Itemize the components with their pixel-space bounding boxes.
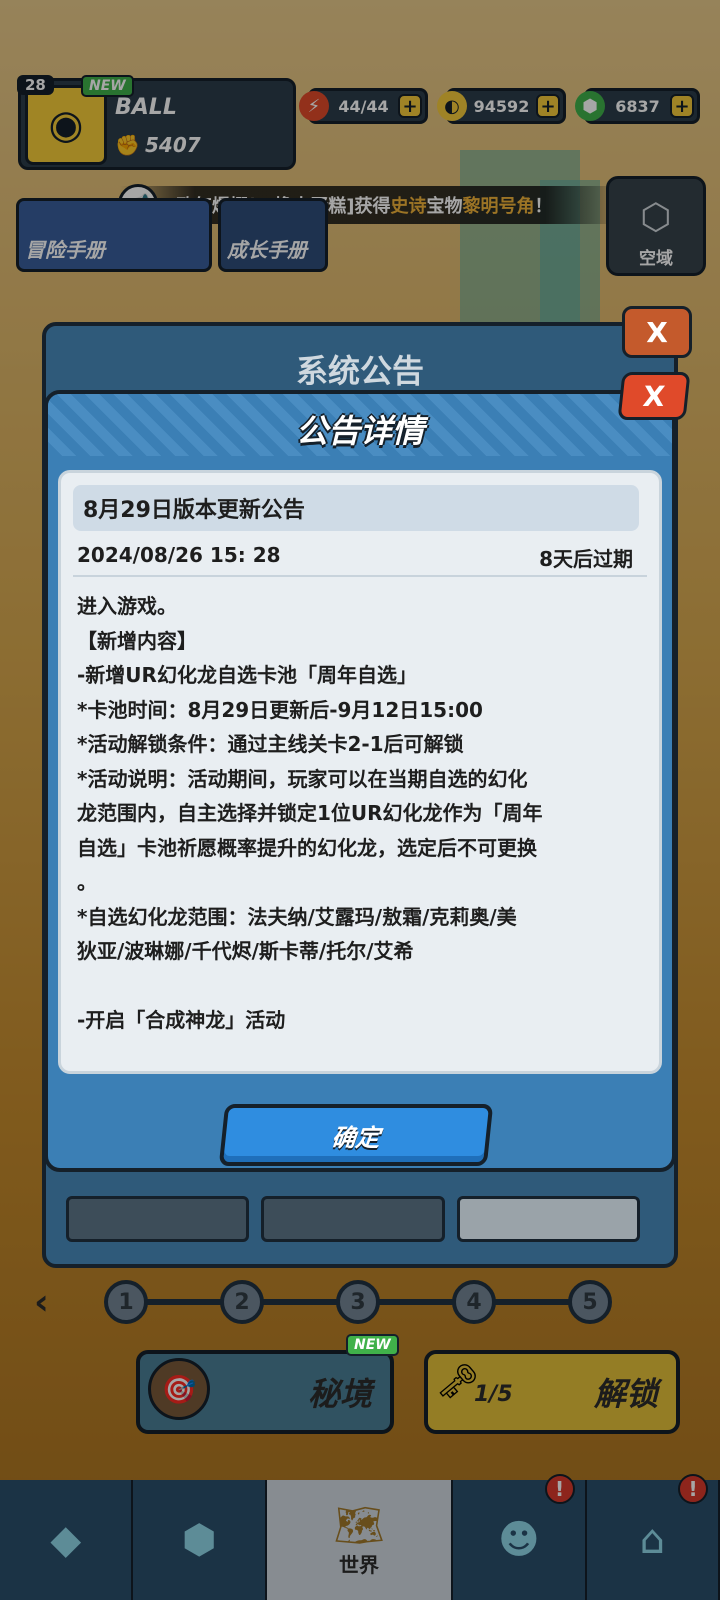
body-line: 龙范围内，自主选择并锁定1位UR幻化龙作为「周年 xyxy=(77,801,543,825)
announcement-date: 2024/08/26 15: 28 xyxy=(77,543,281,567)
body-line: 狄亚/波琳娜/千代烬/斯卡蒂/托尔/艾希 xyxy=(77,939,414,963)
announcement-card: 8月29日版本更新公告 2024/08/26 15: 28 8天后过期 进入游戏… xyxy=(58,470,662,1074)
body-line: -开启「合成神龙」活动 xyxy=(77,1008,286,1032)
body-line: *自选幻化龙范围：法夫纳/艾露玛/敖霜/克莉奥/美 xyxy=(77,904,517,929)
system-dialog-close-button[interactable]: X xyxy=(622,306,692,358)
body-line: 进入游戏。 xyxy=(77,594,177,618)
divider xyxy=(73,575,647,577)
system-dialog-tabs xyxy=(66,1196,640,1242)
body-line: *卡池时间：8月29日更新后-9月12日15:00 xyxy=(77,697,483,722)
announcement-expiry: 8天后过期 xyxy=(539,547,633,571)
announcement-title: 8月29日版本更新公告 xyxy=(73,485,639,531)
body-line: 【新增内容】 xyxy=(77,628,197,653)
page-4[interactable]: 4 xyxy=(452,1280,496,1324)
body-line: 自选」卡池祈愿概率提升的幻化龙，选定后不可更换 xyxy=(77,835,537,860)
body-line: -新增UR幻化龙自选卡池「周年自选」 xyxy=(77,663,417,687)
body-line: *活动解锁条件：通过主线关卡2-1后可解锁 xyxy=(77,732,464,756)
system-tab[interactable] xyxy=(456,1196,640,1242)
page-5[interactable]: 5 xyxy=(568,1280,612,1324)
confirm-button[interactable]: 确定 xyxy=(218,1104,494,1166)
system-dialog-title: 系统公告 xyxy=(295,352,424,390)
detail-close-button[interactable]: X xyxy=(617,372,691,420)
announcement-body: 进入游戏。 【新增内容】 -新增UR幻化龙自选卡池「周年自选」 *卡池时间：8月… xyxy=(77,589,637,1038)
body-line: *活动说明：活动期间，玩家可以在当期自选的幻化 xyxy=(77,766,528,791)
system-tab[interactable] xyxy=(66,1196,250,1242)
body-line xyxy=(77,969,637,1004)
page-3[interactable]: 3 xyxy=(336,1280,380,1324)
new-badge: NEW xyxy=(346,1334,399,1356)
page-1[interactable]: 1 xyxy=(104,1280,148,1324)
page-2[interactable]: 2 xyxy=(220,1280,264,1324)
detail-title: 公告详情 xyxy=(295,412,424,450)
body-line: 。 xyxy=(77,870,97,894)
system-tab[interactable] xyxy=(261,1196,445,1242)
